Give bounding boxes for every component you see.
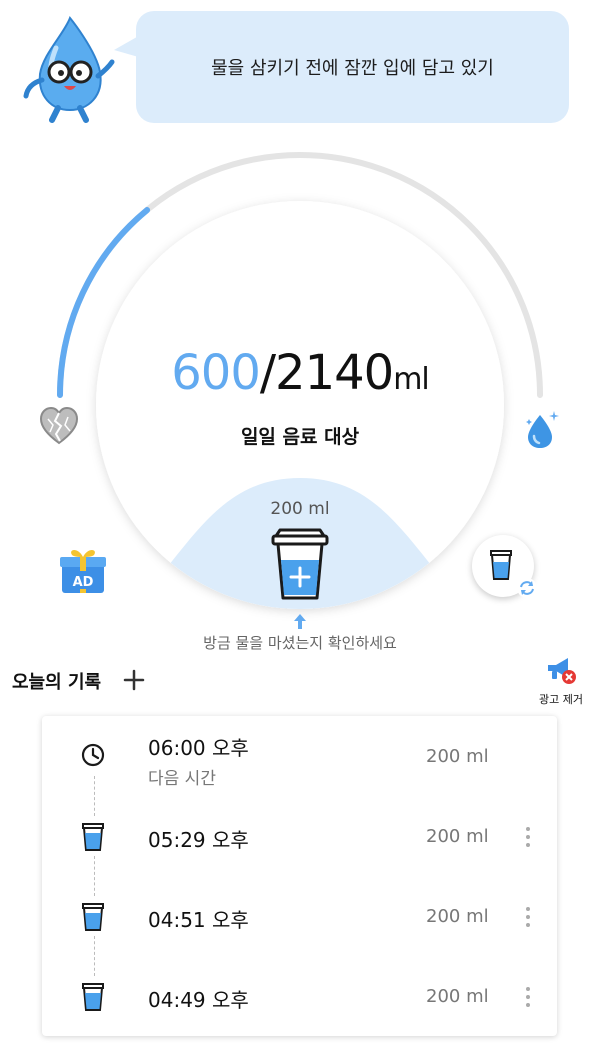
record-volume: 200 ml xyxy=(426,746,489,767)
record-time: 05:29 오후 xyxy=(148,828,249,852)
drink-cup-button[interactable] xyxy=(270,526,330,602)
cup-icon xyxy=(490,550,512,580)
svg-text:AD: AD xyxy=(73,575,94,590)
cup-icon xyxy=(82,983,104,1011)
record-time: 04:49 오후 xyxy=(148,988,249,1012)
record-volume: 200 ml xyxy=(426,826,489,847)
cup-icon xyxy=(82,903,104,931)
daily-amount: 600/2140ml xyxy=(0,345,600,401)
drink-hint: 방금 물을 마셨는지 확인하세요 xyxy=(203,634,397,652)
record-volume: 200 ml xyxy=(426,906,489,927)
amount-unit: ml xyxy=(393,362,430,397)
record-volume: 200 ml xyxy=(426,986,489,1007)
record-time: 06:00 오후 xyxy=(148,736,249,760)
record-subtitle: 다음 시간 xyxy=(148,769,216,789)
more-options-icon[interactable] xyxy=(518,824,538,850)
remove-ads-label: 광고 제거 xyxy=(539,693,583,706)
remove-ads-button[interactable]: 광고 제거 xyxy=(530,656,592,708)
record-time: 04:51 오후 xyxy=(148,908,249,932)
amount-separator: / xyxy=(259,345,276,401)
up-arrow-icon xyxy=(294,614,306,629)
cup-icon xyxy=(82,823,104,851)
cup-amount-label: 200 ml xyxy=(270,499,330,519)
change-cup-button[interactable] xyxy=(472,535,537,598)
refresh-icon xyxy=(517,578,537,598)
daily-target-label: 일일 음료 대상 xyxy=(240,426,360,448)
water-drop-icon xyxy=(526,411,559,448)
add-record-icon[interactable] xyxy=(122,668,146,692)
broken-heart-icon xyxy=(39,406,79,445)
megaphone-icon xyxy=(548,658,576,684)
current-amount: 600 xyxy=(171,345,261,401)
target-amount: 2140 xyxy=(275,345,394,401)
list-item: 06:00 오후 다음 시간 200 ml xyxy=(42,724,557,789)
list-item: 04:49 오후 200 ml xyxy=(42,974,557,1034)
ad-gift-icon[interactable]: AD xyxy=(58,545,108,597)
list-item: 05:29 오후 200 ml xyxy=(42,814,557,874)
more-options-icon[interactable] xyxy=(518,904,538,930)
list-item: 04:51 오후 200 ml xyxy=(42,894,557,954)
clock-icon xyxy=(81,743,105,767)
more-options-icon[interactable] xyxy=(518,984,538,1010)
today-records-title: 오늘의 기록 xyxy=(12,672,102,693)
records-list: 06:00 오후 다음 시간 200 ml 05:29 오후 200 ml 04… xyxy=(42,716,557,1036)
